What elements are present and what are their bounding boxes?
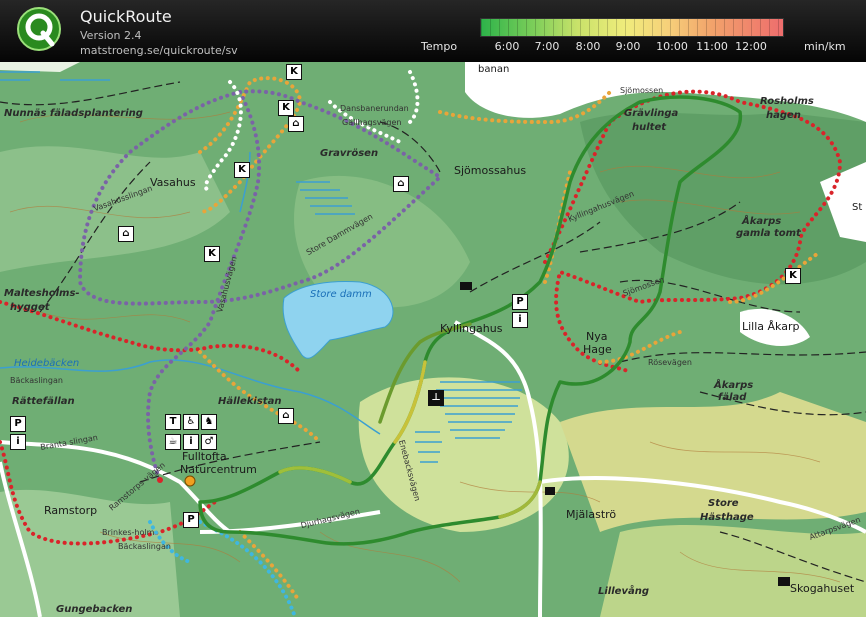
info-icon: i xyxy=(10,434,26,450)
place-label: Hage xyxy=(583,343,612,356)
road-label: Rösevägen xyxy=(648,358,692,367)
control-k-icon: K xyxy=(278,100,294,116)
place-label: hagen xyxy=(766,110,801,121)
tempo-tick: 9:00 xyxy=(615,40,641,53)
tempo-unit: min/km xyxy=(804,40,846,53)
place-label: Åkarps xyxy=(742,216,782,227)
shelter-icon: ⌂ xyxy=(393,176,409,192)
cafe-icon: ☕ xyxy=(165,434,181,450)
place-label: Store xyxy=(708,498,739,509)
control-k-icon: K xyxy=(785,268,801,284)
control-k-icon: K xyxy=(204,246,220,262)
tower-icon: ⊥ xyxy=(428,390,444,406)
place-label: hygget xyxy=(10,302,50,313)
restroom-icon: ♂ xyxy=(201,434,217,450)
tempo-tick: 6:00 xyxy=(494,40,520,53)
place-label: Rosholms xyxy=(760,96,814,107)
place-label: Fulltofta xyxy=(182,450,227,463)
orienteering-map[interactable]: K K ⌂ K ⌂ ⌂ K P i K P i ⌂ T ♿ ♞ ☕ i ♂ P … xyxy=(0,62,866,617)
control-k-icon: K xyxy=(286,64,302,80)
tempo-tick: 10:00 xyxy=(656,40,688,53)
road-label: Brinkes-holm xyxy=(102,528,155,537)
tempo-tick: 8:00 xyxy=(575,40,601,53)
parking-icon: P xyxy=(512,294,528,310)
place-label: fälad xyxy=(718,392,747,403)
place-label: Lilla Åkarp xyxy=(742,320,800,333)
place-label: gamla tomt xyxy=(736,228,801,239)
info-icon: i xyxy=(512,312,528,328)
shelter-icon: ⌂ xyxy=(288,116,304,132)
parking-icon: P xyxy=(10,416,26,432)
toilet-icon: T xyxy=(165,414,181,430)
place-label: Nya xyxy=(586,330,608,343)
tempo-tick: 7:00 xyxy=(534,40,560,53)
place-label: Rättefällan xyxy=(12,396,75,407)
stream-label: Heidebäcken xyxy=(14,358,80,369)
road-label: Sjömossen xyxy=(620,86,664,95)
road-label: Dansbanerundan xyxy=(340,104,409,113)
place-label: Hästhage xyxy=(700,512,754,523)
tempo-tick: 11:00 xyxy=(696,40,728,53)
wheelchair-icon: ♿ xyxy=(183,414,199,430)
place-label: Hällekistan xyxy=(218,396,282,407)
tempo-label: Tempo xyxy=(421,40,458,53)
road-label: Gällhagsvägen xyxy=(342,118,402,127)
app-version: Version 2.4 xyxy=(80,29,142,42)
app-title: QuickRoute xyxy=(80,7,172,26)
quickroute-logo-icon xyxy=(17,7,61,51)
place-label: Kyllingahus xyxy=(440,322,503,335)
info-icon: i xyxy=(183,434,199,450)
tempo-tick: 12:00 xyxy=(735,40,767,53)
app-header: QuickRoute Version 2.4 matstroeng.se/qui… xyxy=(0,0,866,62)
place-label: Skogahuset xyxy=(790,582,855,595)
tempo-ticks: 6:00 7:00 8:00 9:00 10:00 11:00 12:00 xyxy=(480,40,782,54)
road-label: Bäckaslingan xyxy=(10,376,63,385)
place-label: St xyxy=(852,202,863,213)
place-label: Gungebacken xyxy=(56,604,133,615)
tempo-color-scale xyxy=(480,18,784,37)
place-label: Gravrösen xyxy=(320,148,379,159)
place-label: Grävlinga xyxy=(624,108,679,119)
place-label: Vasahus xyxy=(150,176,196,189)
app-url[interactable]: matstroeng.se/quickroute/sv xyxy=(80,44,238,57)
shelter-icon: ⌂ xyxy=(278,408,294,424)
place-label: banan xyxy=(478,64,510,75)
road-label: Bäckaslingan xyxy=(118,542,171,551)
control-k-icon: K xyxy=(234,162,250,178)
place-label: hultet xyxy=(632,122,667,133)
shelter-icon: ⌂ xyxy=(118,226,134,242)
parking-icon: P xyxy=(183,512,199,528)
place-label: Maltesholms- xyxy=(4,288,80,299)
place-label: Nunnäs fäladsplantering xyxy=(4,108,143,119)
place-label: Sjömossahus xyxy=(454,164,527,177)
lake-label: Store damm xyxy=(310,289,372,300)
place-label: Lillevång xyxy=(598,586,649,597)
place-label: Ramstorp xyxy=(44,504,98,517)
place-label: Mjälaströ xyxy=(566,508,617,521)
horse-icon: ♞ xyxy=(201,414,217,430)
place-label: Åkarps xyxy=(714,380,754,391)
place-label: Naturcentrum xyxy=(180,463,257,476)
